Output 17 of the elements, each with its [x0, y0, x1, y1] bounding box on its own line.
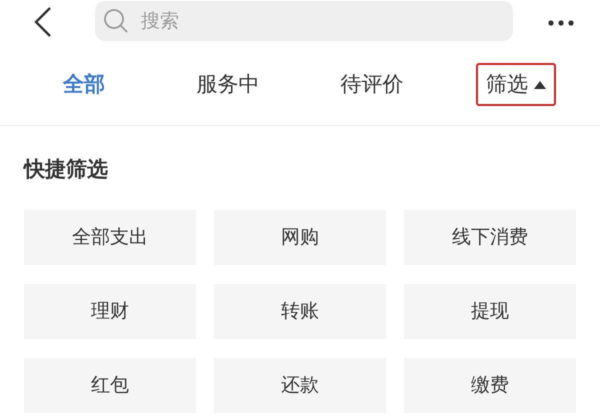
filter-option[interactable]: 还款 — [214, 358, 386, 412]
filter-dropdown[interactable]: 筛选 — [476, 62, 556, 106]
filter-option[interactable]: 转账 — [214, 284, 386, 338]
section-title: 快捷筛选 — [24, 156, 109, 183]
back-icon — [33, 6, 53, 38]
tab[interactable]: 服务中 — [186, 62, 270, 106]
search-field[interactable]: 搜索 — [95, 1, 513, 41]
filter-option[interactable]: 网购 — [214, 210, 386, 264]
filter-option[interactable]: 提现 — [404, 284, 576, 338]
tab[interactable]: 待评价 — [330, 62, 414, 106]
filter-option[interactable]: 全部支出 — [24, 210, 196, 264]
filter-option[interactable]: 理财 — [24, 284, 196, 338]
filter-option[interactable]: 红包 — [24, 358, 196, 412]
filter-option[interactable]: 线下消费 — [404, 210, 576, 264]
filter-option[interactable]: 缴费 — [404, 358, 576, 412]
more-icon — [548, 20, 574, 26]
tab[interactable]: 全部 — [53, 62, 115, 106]
